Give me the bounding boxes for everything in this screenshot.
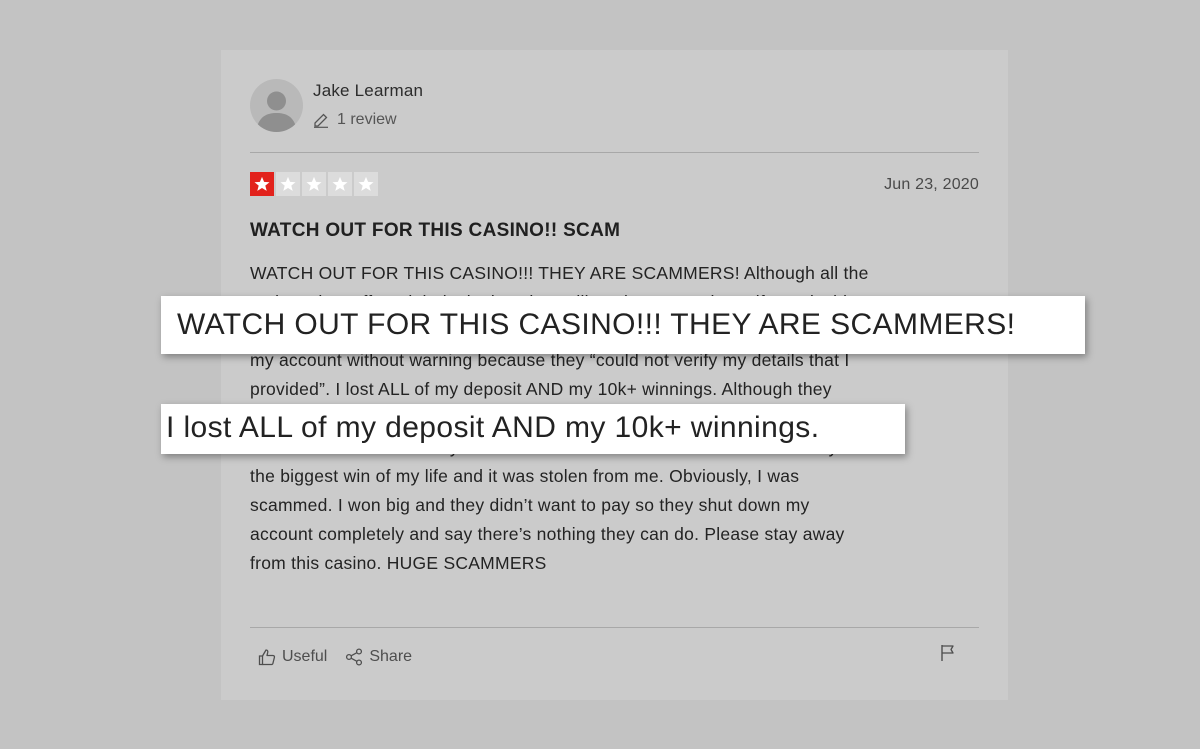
highlight-quote-scammers: WATCH OUT FOR THIS CASINO!!! THEY ARE SC…: [161, 296, 1085, 354]
useful-label: Useful: [282, 648, 328, 665]
star-4: [328, 172, 352, 196]
review-body-line: account completely and say there’s nothi…: [250, 524, 845, 544]
reviewer-name[interactable]: Jake Learman: [313, 81, 423, 101]
review-body-line: the biggest win of my life and it was st…: [250, 466, 800, 486]
star-3: [302, 172, 326, 196]
useful-button[interactable]: Useful: [258, 648, 327, 666]
star-icon: [332, 176, 348, 191]
share-label: Share: [369, 648, 413, 665]
flag-icon: [941, 645, 954, 661]
review-body-line: from this casino. HUGE SCAMMERS: [250, 553, 547, 573]
star-icon: [306, 176, 322, 191]
header-divider: [250, 152, 979, 153]
star-1: [250, 172, 274, 196]
share-button[interactable]: Share: [345, 648, 412, 666]
share-icon: [346, 648, 363, 666]
pencil-icon: [314, 113, 328, 128]
footer-divider: [250, 627, 979, 628]
review-body-line: scammed. I won big and they didn’t want …: [250, 495, 810, 515]
review-body-line: provided”. I lost ALL of my deposit AND …: [250, 379, 832, 399]
review-count: 1 review: [313, 111, 397, 129]
avatar[interactable]: [250, 79, 303, 132]
star-5: [354, 172, 378, 196]
star-icon: [254, 176, 270, 191]
review-count-label: 1 review: [337, 111, 397, 128]
star-icon: [280, 176, 296, 191]
highlight-quote-lost-deposit: I lost ALL of my deposit AND my 10k+ win…: [161, 404, 905, 454]
review-date: Jun 23, 2020: [884, 176, 979, 193]
review-body-line: WATCH OUT FOR THIS CASINO!!! THEY ARE SC…: [250, 263, 869, 283]
star-icon: [358, 176, 374, 191]
review-actions: Useful Share: [258, 648, 412, 666]
star-rating: [250, 172, 378, 196]
review-card: Jake Learman 1 review Jun 23, 2020 WATCH…: [221, 50, 1008, 700]
review-title[interactable]: WATCH OUT FOR THIS CASINO!! SCAM: [250, 220, 620, 242]
report-flag-button[interactable]: [940, 644, 956, 667]
thumbs-up-icon: [258, 649, 276, 666]
star-2: [276, 172, 300, 196]
user-silhouette-icon: [256, 91, 297, 132]
